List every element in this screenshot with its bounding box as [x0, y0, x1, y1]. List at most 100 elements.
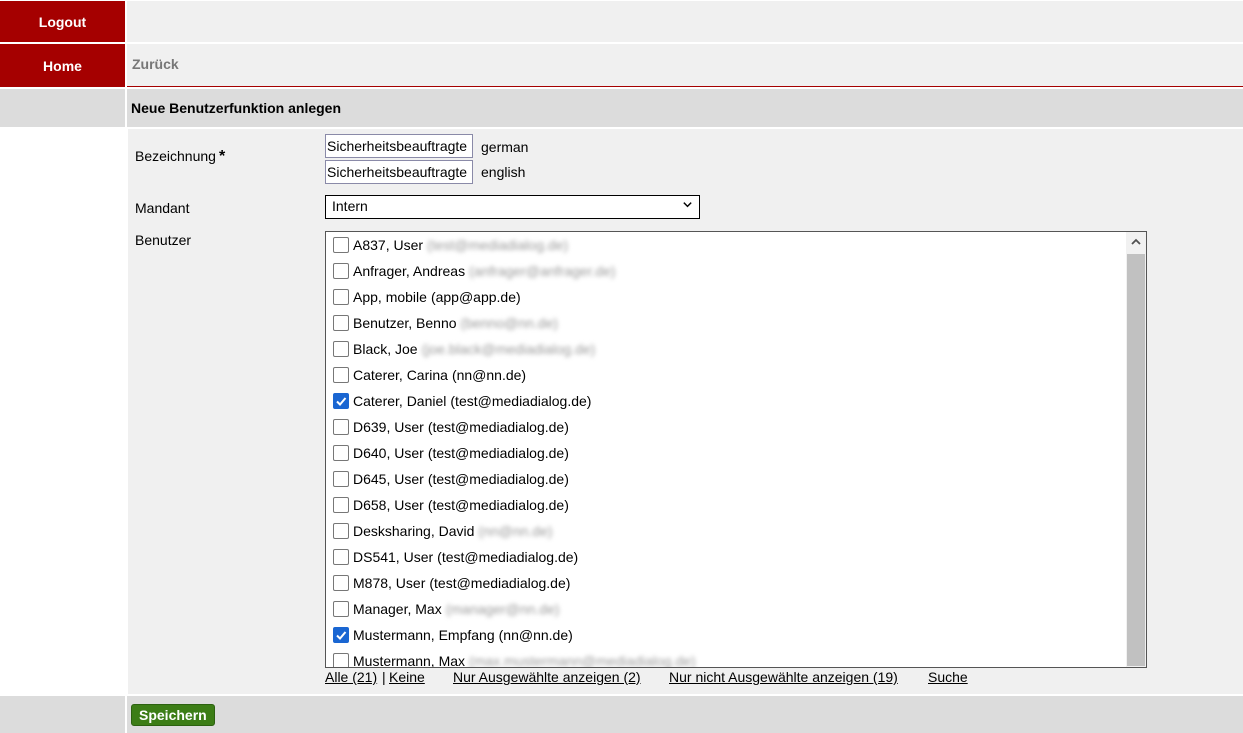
- user-list-item[interactable]: Benutzer, Benno (benno@nn.de): [326, 310, 1126, 336]
- checkbox[interactable]: [333, 367, 349, 383]
- checkbox[interactable]: [333, 237, 349, 253]
- select-none-link[interactable]: Keine: [389, 669, 425, 685]
- user-name: Caterer, Daniel: [353, 393, 447, 409]
- client-label: Mandant: [135, 200, 190, 216]
- user-email: (test@mediadialog.de): [427, 471, 569, 487]
- user-name: A837, User: [353, 237, 424, 253]
- form-area: Bezeichnung* german english Mandant Inte…: [128, 129, 1243, 694]
- users-list: A837, User (test@mediadialog.de) Anfrager,…: [326, 232, 1126, 668]
- user-email: (test@mediadialog.de): [450, 393, 592, 409]
- user-name: M878, User: [353, 575, 426, 591]
- back-bar: Zurück: [127, 44, 1243, 87]
- user-name: D639, User: [353, 419, 424, 435]
- select-all-link[interactable]: Alle (21): [325, 669, 377, 685]
- left-strip-footer: [0, 696, 125, 733]
- user-name: Benutzer, Benno: [353, 315, 457, 331]
- user-name: Mustermann, Max: [353, 653, 466, 668]
- user-list-item[interactable]: DS541, User (test@mediadialog.de): [326, 544, 1126, 570]
- checkbox[interactable]: [333, 289, 349, 305]
- user-email: (test@mediadialog.de): [429, 575, 571, 591]
- user-name: Manager, Max: [353, 601, 442, 617]
- user-email: (nn@nn.de): [498, 627, 573, 643]
- link-separator: |: [382, 669, 386, 685]
- user-email: (test@mediadialog.de): [427, 419, 569, 435]
- user-list-item[interactable]: D658, User (test@mediadialog.de): [326, 492, 1126, 518]
- users-listbox[interactable]: A837, User (test@mediadialog.de) Anfrager,…: [325, 231, 1147, 668]
- user-list-item[interactable]: Manager, Max (manager@nn.de): [326, 596, 1126, 622]
- user-list-item[interactable]: Anfrager, Andreas (anfrager@anfrager.de): [326, 258, 1126, 284]
- user-email: (nn@nn.de): [478, 523, 553, 539]
- user-list-item[interactable]: Caterer, Daniel (test@mediadialog.de): [326, 388, 1126, 414]
- user-name: Mustermann, Empfang: [353, 627, 495, 643]
- english-label: english: [481, 164, 526, 180]
- user-name: D645, User: [353, 471, 424, 487]
- checkbox[interactable]: [333, 549, 349, 565]
- user-name: D640, User: [353, 445, 424, 461]
- user-list-item[interactable]: D639, User (test@mediadialog.de): [326, 414, 1126, 440]
- designation-german-input[interactable]: [325, 134, 473, 158]
- form-footer: Speichern: [127, 696, 1243, 733]
- user-list-item[interactable]: Desksharing, David (nn@nn.de): [326, 518, 1126, 544]
- user-list-item[interactable]: A837, User (test@mediadialog.de): [326, 232, 1126, 258]
- checkbox[interactable]: [333, 653, 349, 667]
- user-name: App, mobile: [353, 289, 427, 305]
- client-select-value: Intern: [332, 198, 368, 214]
- checkbox[interactable]: [333, 497, 349, 513]
- checkbox[interactable]: [333, 263, 349, 279]
- user-name: Black, Joe: [353, 341, 418, 357]
- user-list-item[interactable]: D640, User (test@mediadialog.de): [326, 440, 1126, 466]
- scroll-up-icon[interactable]: [1126, 232, 1146, 252]
- designation-label: Bezeichnung *: [135, 148, 225, 166]
- checkbox[interactable]: [333, 575, 349, 591]
- checkbox[interactable]: [333, 315, 349, 331]
- user-email: (test@mediadialog.de): [427, 237, 569, 253]
- users-label: Benutzer: [135, 232, 192, 248]
- checkbox[interactable]: [333, 471, 349, 487]
- form-header: Neue Benutzerfunktion anlegen: [127, 89, 1243, 127]
- client-select[interactable]: Intern: [325, 195, 700, 219]
- user-email: (test@mediadialog.de): [427, 445, 569, 461]
- user-email: (max.mustermann@mediadialog.de): [469, 653, 696, 668]
- user-list-item[interactable]: D645, User (test@mediadialog.de): [326, 466, 1126, 492]
- user-list-item[interactable]: Mustermann, Empfang (nn@nn.de): [326, 622, 1126, 648]
- top-bar: [127, 1, 1243, 42]
- chevron-down-icon: [682, 198, 693, 213]
- user-email: (joe.black@mediadialog.de): [421, 341, 596, 357]
- checkbox[interactable]: [333, 601, 349, 617]
- logout-button[interactable]: Logout: [0, 1, 125, 42]
- home-button[interactable]: Home: [0, 44, 125, 87]
- user-list-item[interactable]: Black, Joe (joe.black@mediadialog.de): [326, 336, 1126, 362]
- user-list-item[interactable]: Mustermann, Max (max.mustermann@mediadial…: [326, 648, 1126, 668]
- user-name: DS541, User: [353, 549, 434, 565]
- designation-label-text: Bezeichnung: [135, 148, 216, 164]
- back-link[interactable]: Zurück: [132, 56, 179, 72]
- show-selected-link[interactable]: Nur Ausgewählte anzeigen (2): [453, 669, 641, 685]
- user-list-item[interactable]: M878, User (test@mediadialog.de): [326, 570, 1126, 596]
- user-email: (nn@nn.de): [451, 367, 527, 383]
- user-email: (app@app.de): [430, 289, 521, 305]
- user-email: (manager@nn.de): [445, 601, 560, 617]
- user-email: (test@mediadialog.de): [427, 497, 569, 513]
- user-name: Caterer, Carina: [353, 367, 448, 383]
- designation-english-input[interactable]: [325, 160, 473, 184]
- show-unselected-link[interactable]: Nur nicht Ausgewählte anzeigen (19): [669, 669, 898, 685]
- save-button[interactable]: Speichern: [131, 704, 215, 726]
- checkbox-checked[interactable]: [333, 393, 349, 409]
- scroll-thumb[interactable]: [1127, 254, 1145, 666]
- required-mark: *: [218, 148, 226, 165]
- scrollbar[interactable]: [1126, 232, 1146, 667]
- checkbox[interactable]: [333, 341, 349, 357]
- checkbox-checked[interactable]: [333, 627, 349, 643]
- left-strip-header: [0, 89, 125, 127]
- search-link[interactable]: Suche: [928, 669, 968, 685]
- user-list-item[interactable]: Caterer, Carina (nn@nn.de): [326, 362, 1126, 388]
- user-email: (benno@nn.de): [460, 315, 559, 331]
- checkbox[interactable]: [333, 523, 349, 539]
- checkbox[interactable]: [333, 445, 349, 461]
- page-title: Neue Benutzerfunktion anlegen: [131, 100, 342, 116]
- user-list-item[interactable]: App, mobile (app@app.de): [326, 284, 1126, 310]
- user-name: D658, User: [353, 497, 424, 513]
- user-email: (anfrager@anfrager.de): [469, 263, 616, 279]
- checkbox[interactable]: [333, 419, 349, 435]
- user-email: (test@mediadialog.de): [437, 549, 579, 565]
